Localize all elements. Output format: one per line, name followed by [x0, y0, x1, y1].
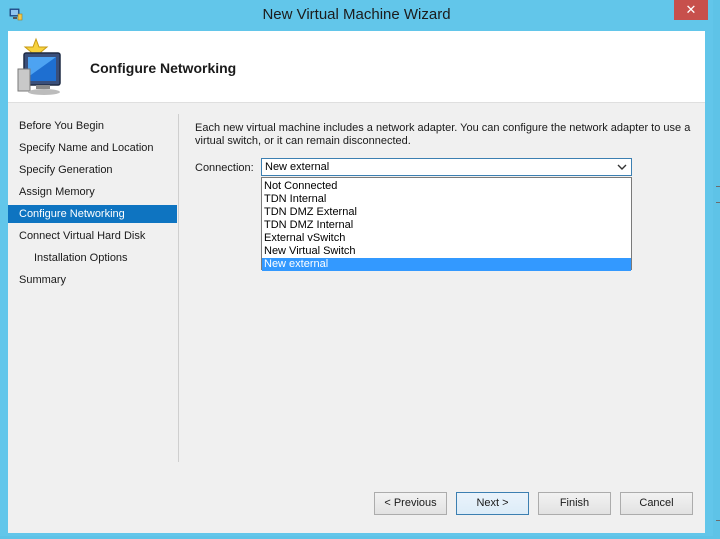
nav-item-connect-virtual-hard-disk[interactable]: Connect Virtual Hard Disk — [8, 227, 177, 245]
nav-item-installation-options[interactable]: Installation Options — [8, 249, 177, 267]
window-title: New Virtual Machine Wizard — [262, 6, 451, 23]
footer-separator — [8, 463, 705, 464]
nav-divider — [178, 114, 179, 462]
wizard-window: New Virtual Machine Wizard ✕ Configure N… — [0, 0, 713, 536]
option-external-vswitch[interactable]: External vSwitch — [262, 232, 631, 245]
page-description: Each new virtual machine includes a netw… — [195, 122, 691, 147]
option-tdn-dmz-external[interactable]: TDN DMZ External — [262, 206, 631, 219]
wizard-client-area: Configure Networking Before You Begin Sp… — [8, 31, 705, 533]
option-not-connected[interactable]: Not Connected — [262, 180, 631, 193]
chevron-down-icon[interactable] — [616, 160, 628, 174]
background-window-edge — [716, 520, 720, 521]
wizard-step-list: Before You Begin Specify Name and Locati… — [8, 103, 178, 463]
background-window-edge — [716, 202, 720, 203]
page-title: Configure Networking — [90, 60, 237, 76]
previous-button[interactable]: < Previous — [374, 492, 447, 515]
connection-value: New external — [265, 161, 330, 173]
connection-combobox[interactable]: New external — [261, 158, 632, 176]
nav-item-specify-generation[interactable]: Specify Generation — [8, 161, 177, 179]
computer-wizard-icon — [17, 37, 61, 95]
connection-dropdown-list: Not Connected TDN Internal TDN DMZ Exter… — [261, 177, 632, 271]
background-window-edge — [716, 186, 720, 187]
connection-label: Connection: — [195, 162, 254, 174]
nav-item-before-you-begin[interactable]: Before You Begin — [8, 117, 177, 135]
wizard-header: Configure Networking — [8, 31, 705, 103]
nav-item-specify-name-location[interactable]: Specify Name and Location — [8, 139, 177, 157]
cancel-button[interactable]: Cancel — [620, 492, 693, 515]
close-button[interactable]: ✕ — [674, 0, 708, 20]
next-button[interactable]: Next > — [456, 492, 529, 515]
nav-item-summary[interactable]: Summary — [8, 271, 177, 289]
option-new-external[interactable]: New external — [262, 258, 631, 271]
option-new-virtual-switch[interactable]: New Virtual Switch — [262, 245, 631, 258]
title-bar[interactable]: New Virtual Machine Wizard ✕ — [0, 0, 713, 30]
option-tdn-dmz-internal[interactable]: TDN DMZ Internal — [262, 219, 631, 232]
nav-item-configure-networking[interactable]: Configure Networking — [8, 205, 177, 223]
finish-button[interactable]: Finish — [538, 492, 611, 515]
nav-item-assign-memory[interactable]: Assign Memory — [8, 183, 177, 201]
option-tdn-internal[interactable]: TDN Internal — [262, 193, 631, 206]
close-icon: ✕ — [685, 2, 697, 17]
